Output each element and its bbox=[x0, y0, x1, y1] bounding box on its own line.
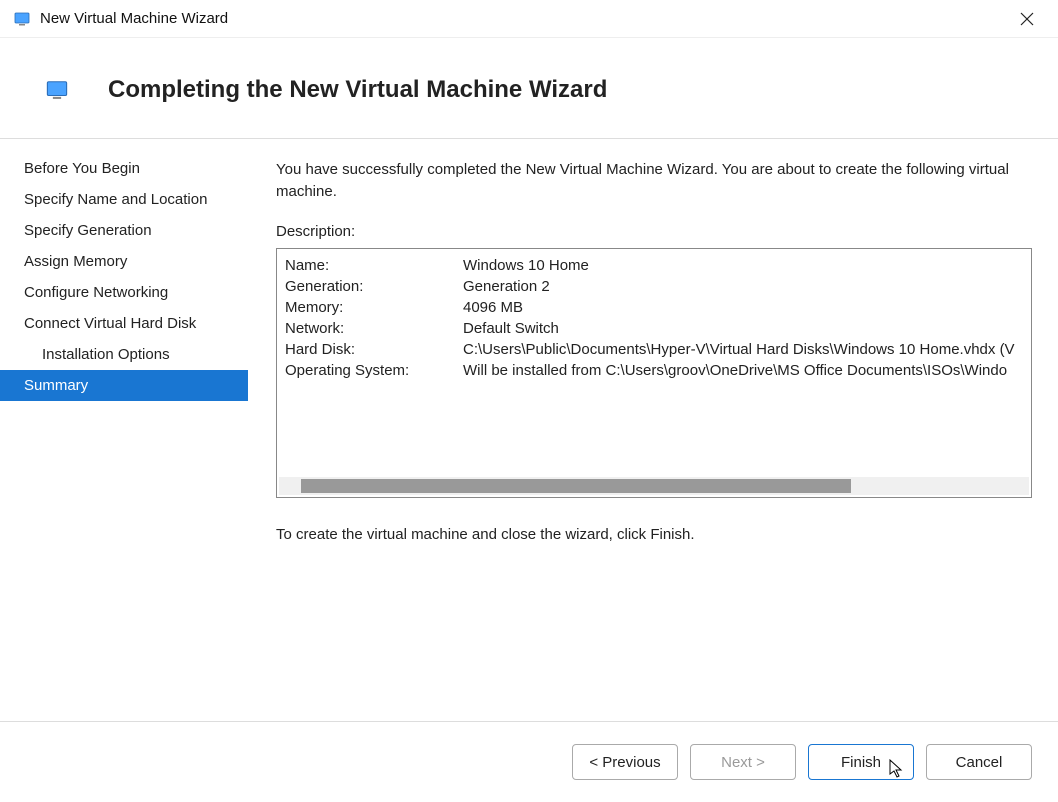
description-key: Memory: bbox=[285, 299, 463, 316]
wizard-step-configure-networking[interactable]: Configure Networking bbox=[0, 277, 248, 308]
description-key: Name: bbox=[285, 257, 463, 274]
page-title: Completing the New Virtual Machine Wizar… bbox=[108, 76, 607, 104]
close-button[interactable] bbox=[1004, 3, 1050, 35]
app-icon bbox=[14, 11, 30, 27]
description-row: Hard Disk:C:\Users\Public\Documents\Hype… bbox=[285, 339, 1031, 360]
window-title: New Virtual Machine Wizard bbox=[40, 10, 228, 27]
description-value: C:\Users\Public\Documents\Hyper-V\Virtua… bbox=[463, 341, 1031, 358]
description-box: Name:Windows 10 HomeGeneration:Generatio… bbox=[276, 248, 1032, 498]
close-icon bbox=[1020, 12, 1034, 26]
description-value: 4096 MB bbox=[463, 299, 1031, 316]
description-row: Operating System:Will be installed from … bbox=[285, 360, 1031, 381]
wizard-step-summary[interactable]: Summary bbox=[0, 370, 248, 401]
description-row: Network:Default Switch bbox=[285, 318, 1031, 339]
wizard-header: Completing the New Virtual Machine Wizar… bbox=[0, 38, 1058, 139]
description-row: Generation:Generation 2 bbox=[285, 276, 1031, 297]
next-button: Next > bbox=[690, 744, 796, 780]
wizard-step-connect-virtual-hard-disk[interactable]: Connect Virtual Hard Disk bbox=[0, 308, 248, 339]
wizard-step-assign-memory[interactable]: Assign Memory bbox=[0, 246, 248, 277]
wizard-steps-sidebar: Before You BeginSpecify Name and Locatio… bbox=[0, 139, 248, 721]
description-key: Hard Disk: bbox=[285, 341, 463, 358]
finish-button-label: Finish bbox=[841, 754, 881, 771]
wizard-footer: < Previous Next > Finish Cancel bbox=[0, 721, 1058, 802]
description-value: Will be installed from C:\Users\groov\On… bbox=[463, 362, 1031, 379]
description-value: Default Switch bbox=[463, 320, 1031, 337]
horizontal-scrollbar[interactable] bbox=[279, 477, 1029, 495]
description-key: Generation: bbox=[285, 278, 463, 295]
description-value: Windows 10 Home bbox=[463, 257, 1031, 274]
scrollbar-thumb[interactable] bbox=[301, 479, 851, 493]
wizard-header-icon bbox=[46, 79, 68, 101]
previous-button[interactable]: < Previous bbox=[572, 744, 678, 780]
wizard-step-before-you-begin[interactable]: Before You Begin bbox=[0, 153, 248, 184]
description-row: Name:Windows 10 Home bbox=[285, 255, 1031, 276]
wizard-step-installation-options[interactable]: Installation Options bbox=[0, 339, 248, 370]
description-key: Network: bbox=[285, 320, 463, 337]
intro-text: You have successfully completed the New … bbox=[276, 159, 1032, 203]
description-key: Operating System: bbox=[285, 362, 463, 379]
description-value: Generation 2 bbox=[463, 278, 1031, 295]
description-row: Memory:4096 MB bbox=[285, 297, 1031, 318]
wizard-step-specify-name-and-location[interactable]: Specify Name and Location bbox=[0, 184, 248, 215]
cancel-button[interactable]: Cancel bbox=[926, 744, 1032, 780]
description-label: Description: bbox=[276, 223, 1032, 240]
wizard-main-panel: You have successfully completed the New … bbox=[248, 139, 1058, 721]
finish-button[interactable]: Finish bbox=[808, 744, 914, 780]
finish-instruction: To create the virtual machine and close … bbox=[276, 526, 1032, 543]
mouse-cursor-icon bbox=[889, 759, 905, 779]
wizard-step-specify-generation[interactable]: Specify Generation bbox=[0, 215, 248, 246]
title-bar: New Virtual Machine Wizard bbox=[0, 0, 1058, 38]
